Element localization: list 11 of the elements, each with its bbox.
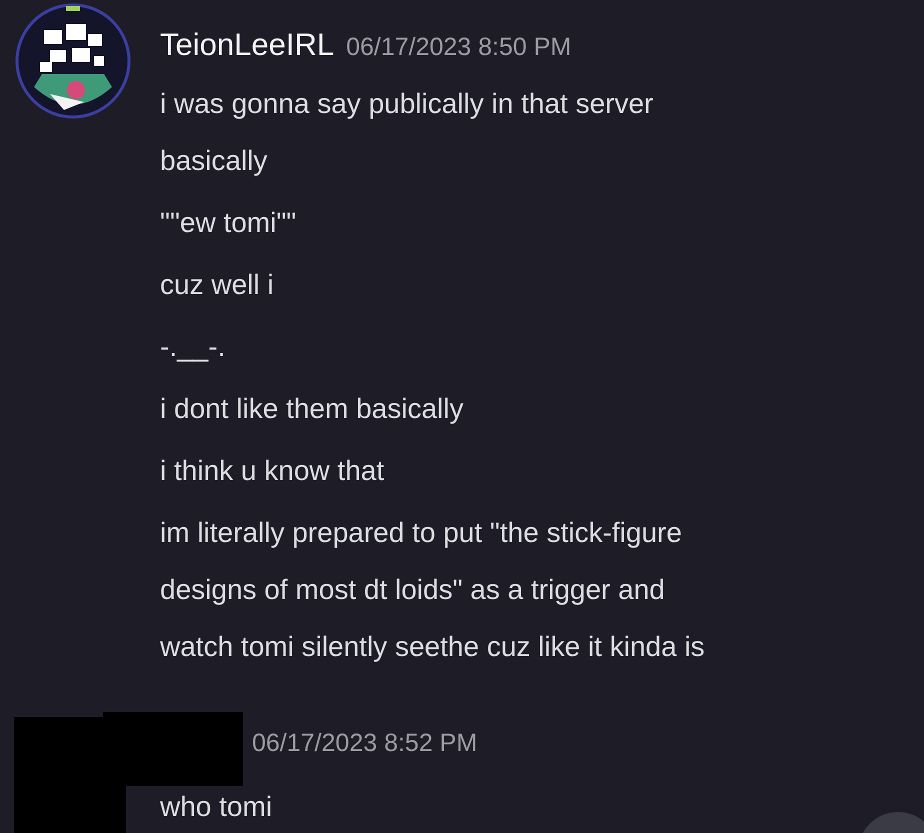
message-text: cuz well i [160, 268, 274, 302]
message-text: i was gonna say publically in that server basically [160, 87, 654, 178]
message-text: im literally prepared to put "the stick-figure designs of most dt loids" as a trigger and watch tomi silently seethe cuz like it kinda is [160, 516, 705, 664]
message-text: i think u know that [160, 454, 384, 488]
timestamp: 06/17/2023 8:52 PM [252, 728, 478, 759]
message-text: ""ew tomi"" [160, 206, 296, 240]
message-text: i dont like them basically [160, 392, 464, 426]
message-text: -.__-. [160, 330, 226, 364]
username[interactable]: TeionLeeIRL [160, 22, 334, 68]
timestamp: 06/17/2023 8:50 PM [346, 32, 572, 63]
message-text: who tomi [160, 790, 272, 824]
